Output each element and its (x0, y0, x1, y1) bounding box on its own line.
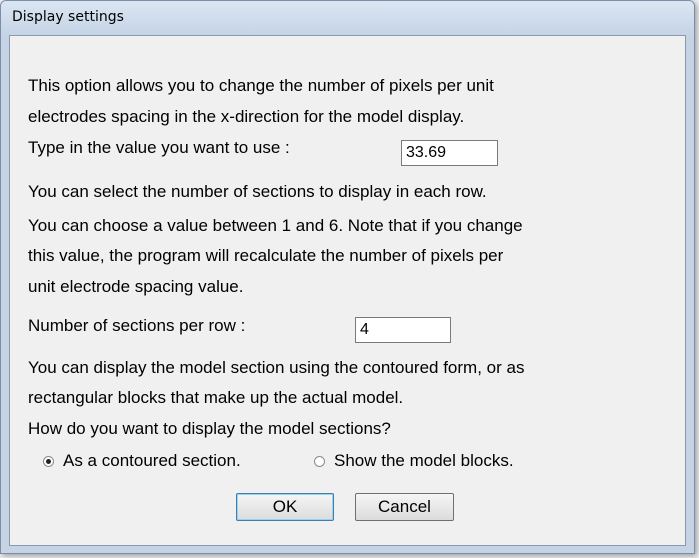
sections-description-line-3: this value, the program will recalculate… (28, 246, 504, 265)
sections-per-row-label: Number of sections per row : (28, 316, 246, 335)
pixels-value-label: Type in the value you want to use : (28, 138, 290, 157)
sections-description-line-4: unit electrode spacing value. (28, 277, 244, 296)
dialog-body: This option allows you to change the num… (9, 35, 686, 546)
title-bar[interactable]: Display settings (1, 1, 694, 35)
ok-button[interactable]: OK (236, 493, 334, 521)
cancel-button[interactable]: Cancel (355, 493, 454, 521)
sections-description-line-1: You can select the number of sections to… (28, 182, 487, 201)
display-question: How do you want to display the model sec… (28, 419, 391, 438)
radio-contoured-label: As a contoured section. (63, 451, 241, 470)
display-description-line-2: rectangular blocks that make up the actu… (28, 388, 404, 407)
dialog-title: Display settings (12, 9, 124, 25)
radio-button-checked[interactable] (43, 455, 54, 467)
display-description-line-1: You can display the model section using … (28, 358, 525, 377)
pixels-description-line-1: This option allows you to change the num… (28, 76, 494, 95)
sections-description-line-2: You can choose a value between 1 and 6. … (28, 216, 523, 235)
pixels-per-unit-input[interactable] (401, 140, 498, 166)
radio-contoured-section[interactable]: As a contoured section. (43, 451, 241, 471)
radio-blocks-label: Show the model blocks. (334, 451, 514, 470)
sections-per-row-input[interactable] (355, 317, 451, 343)
pixels-description-line-2: electrodes spacing in the x-direction fo… (28, 107, 465, 126)
radio-model-blocks[interactable]: Show the model blocks. (314, 451, 514, 471)
display-settings-dialog: Display settings This option allows you … (0, 0, 695, 554)
radio-button-unchecked[interactable] (314, 455, 325, 467)
